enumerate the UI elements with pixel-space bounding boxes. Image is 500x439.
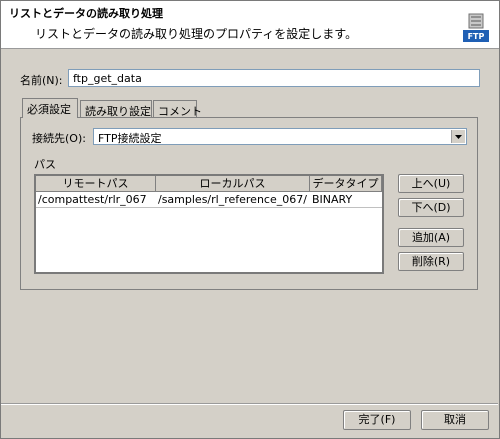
dialog-title: リストとデータの読み取り処理 — [9, 7, 163, 20]
ftp-icon-label: FTP — [468, 32, 485, 41]
cancel-button[interactable]: 取消 — [421, 410, 489, 430]
tab-required-settings[interactable]: 必須設定 — [22, 98, 78, 118]
cell-remote-path: /compattest/rlr_067 — [38, 193, 147, 206]
row-divider — [36, 207, 382, 208]
move-down-button[interactable]: 下へ(D) — [398, 198, 464, 217]
dialog-description: リストとデータの読み取り処理のプロパティを設定します。 — [35, 27, 358, 41]
name-input[interactable]: ftp_get_data — [68, 69, 480, 87]
dropdown-arrow-icon[interactable] — [451, 130, 465, 143]
footer-divider-highlight — [1, 404, 498, 405]
tab-read-settings[interactable]: 読み取り設定 — [80, 100, 152, 118]
finish-button[interactable]: 完了(F) — [343, 410, 411, 430]
add-button[interactable]: 追加(A) — [398, 228, 464, 247]
move-up-button[interactable]: 上へ(U) — [398, 174, 464, 193]
connection-selected-value: FTP接続設定 — [98, 132, 162, 145]
connection-select[interactable]: FTP接続設定 — [93, 128, 467, 145]
connection-label: 接続先(O): — [32, 132, 86, 145]
column-header-data-type[interactable]: データタイプ — [310, 176, 382, 192]
name-label: 名前(N): — [20, 74, 63, 87]
cell-local-path: /samples/rl_reference_067/ — [158, 193, 307, 206]
column-header-remote-path[interactable]: リモートパス — [36, 176, 156, 192]
tab-comment[interactable]: コメント — [153, 100, 202, 118]
path-table: リモートパス ローカルパス データタイプ /compattest/rlr_067… — [34, 174, 384, 274]
ftp-server-icon: FTP — [463, 13, 489, 43]
cell-data-type: BINARY — [312, 193, 353, 206]
path-label: パス — [34, 158, 56, 171]
delete-button[interactable]: 削除(R) — [398, 252, 464, 271]
column-header-local-path[interactable]: ローカルパス — [156, 176, 310, 192]
dialog-header: リストとデータの読み取り処理 リストとデータの読み取り処理のプロパティを設定しま… — [1, 1, 499, 49]
